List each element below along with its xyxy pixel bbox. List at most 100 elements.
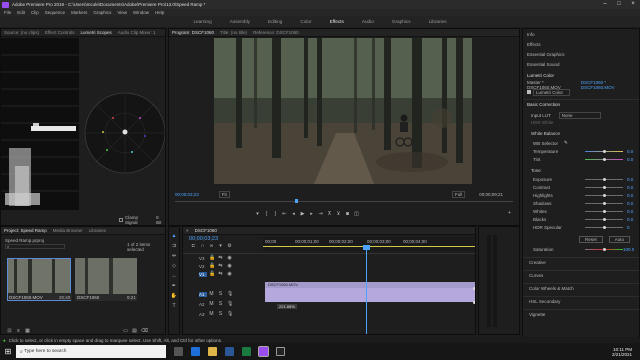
- tone-value[interactable]: 0.0: [627, 184, 633, 190]
- solo-icon[interactable]: S: [218, 291, 223, 297]
- menu-file[interactable]: File: [4, 10, 11, 15]
- effect-select[interactable]: Lumetri Color: [533, 88, 571, 96]
- export-frame-icon[interactable]: ◙: [345, 211, 350, 217]
- basic-correction-header[interactable]: Basic Correction: [527, 101, 560, 107]
- section-hsl-secondary[interactable]: HSL Secondary: [523, 296, 639, 306]
- track-select-tool-icon[interactable]: ⇉: [172, 241, 176, 251]
- program-playhead[interactable]: [295, 199, 298, 203]
- extract-icon[interactable]: ⊻: [336, 211, 341, 217]
- lock-track-icon[interactable]: 🔓: [209, 255, 215, 261]
- new-bin-icon[interactable]: ▭: [123, 328, 128, 334]
- tone-slider-handle[interactable]: [603, 202, 606, 205]
- keyframe-marker[interactable]: [473, 301, 475, 304]
- mute-icon[interactable]: M: [209, 291, 214, 297]
- tab-info[interactable]: Info: [527, 31, 535, 37]
- bit-depth-select[interactable]: 8 Bit: [156, 215, 165, 225]
- tint-value[interactable]: 0.0: [627, 156, 633, 162]
- tab-project[interactable]: Project: Speed Ramp: [1, 228, 50, 233]
- windows-start-icon[interactable]: ⊞: [0, 347, 16, 356]
- tab-lumetri-scopes[interactable]: Lumetri Scopes: [77, 30, 114, 35]
- taskbar-search-input[interactable]: ⌕ Type here to search: [16, 345, 166, 358]
- tint-handle[interactable]: [603, 158, 606, 161]
- solo-icon[interactable]: S: [218, 301, 223, 307]
- workspace-assembly[interactable]: Assembly: [230, 19, 250, 24]
- mark-out-icon[interactable]: }: [273, 211, 278, 217]
- pen-tool-icon[interactable]: ✒: [172, 281, 176, 291]
- ripple-edit-tool-icon[interactable]: ⇹: [172, 251, 176, 261]
- input-lut-select[interactable]: None: [558, 111, 601, 119]
- premiere-taskbar-icon[interactable]: [258, 346, 269, 357]
- workspace-graphics[interactable]: Graphics: [392, 19, 411, 24]
- tone-slider-handle[interactable]: [603, 178, 606, 181]
- razor-tool-icon[interactable]: ◇: [172, 261, 176, 271]
- tone-value[interactable]: 0.0: [627, 200, 633, 206]
- tone-value[interactable]: 0.0: [627, 192, 633, 198]
- step-back-icon[interactable]: ◂: [291, 211, 296, 217]
- workspace-effects[interactable]: Effects: [330, 19, 344, 24]
- reset-button[interactable]: Reset: [579, 235, 603, 243]
- add-marker-timeline-icon[interactable]: ▾: [218, 243, 223, 249]
- mic-icon[interactable]: 🎙: [227, 311, 233, 317]
- tone-value[interactable]: 0.0: [627, 208, 633, 214]
- temperature-handle[interactable]: [603, 150, 606, 153]
- saturation-value[interactable]: 100.0: [623, 246, 634, 252]
- tab-source[interactable]: Source: (no clips): [1, 30, 42, 35]
- track-label-a2[interactable]: A2: [199, 302, 207, 307]
- lock-track-icon[interactable]: 🔓: [209, 271, 215, 277]
- menu-help[interactable]: Help: [155, 10, 164, 15]
- sync-lock-icon[interactable]: ⇆: [218, 263, 223, 269]
- tab-essential-sound[interactable]: Essential Sound: [527, 61, 560, 67]
- type-tool-icon[interactable]: T: [172, 301, 175, 311]
- section-vignette[interactable]: Vignette: [523, 309, 639, 319]
- track-label-v3[interactable]: V3: [199, 256, 207, 261]
- maximize-icon[interactable]: □: [612, 0, 626, 9]
- workspace-libraries[interactable]: Libraries: [429, 19, 447, 24]
- audio-clip[interactable]: [265, 288, 475, 302]
- add-marker-icon[interactable]: ▾: [255, 211, 260, 217]
- tone-value[interactable]: 0: [627, 224, 630, 230]
- section-curves[interactable]: Curves: [523, 270, 639, 280]
- workspace-audio[interactable]: Audio: [362, 19, 374, 24]
- track-label-a1[interactable]: A1: [199, 291, 207, 297]
- tone-slider-handle[interactable]: [603, 194, 606, 197]
- menu-edit[interactable]: Edit: [17, 10, 25, 15]
- list-view-icon[interactable]: ≡: [16, 328, 21, 334]
- mute-icon[interactable]: M: [209, 301, 214, 307]
- sync-lock-icon[interactable]: ⇆: [218, 255, 223, 261]
- tone-value[interactable]: 0.0: [627, 216, 633, 222]
- linked-selection-icon[interactable]: ∞: [209, 243, 214, 249]
- edge-icon[interactable]: [191, 347, 200, 356]
- minimize-icon[interactable]: –: [598, 0, 612, 9]
- clock-date[interactable]: 2/21/2021: [612, 352, 632, 357]
- tone-slider-handle[interactable]: [603, 210, 606, 213]
- selection-tool-icon[interactable]: ▲: [172, 231, 177, 241]
- word-icon[interactable]: [225, 347, 234, 356]
- timeline-playhead[interactable]: [366, 245, 367, 334]
- step-forward-icon[interactable]: ▸: [309, 211, 314, 217]
- go-to-in-icon[interactable]: ⇤: [282, 211, 287, 217]
- quality-select[interactable]: Full: [452, 190, 466, 198]
- slip-tool-icon[interactable]: ↔: [172, 271, 177, 281]
- timeline-settings-icon[interactable]: ⚙: [227, 243, 232, 249]
- tab-effect-controls[interactable]: Effect Controls: [42, 30, 77, 35]
- hand-tool-icon[interactable]: ✋: [171, 291, 177, 301]
- tab-sequence[interactable]: DSCF1060: [192, 228, 220, 233]
- excel-icon[interactable]: [242, 347, 251, 356]
- tab-title[interactable]: Title: (no title): [217, 30, 250, 35]
- lock-icon[interactable]: ⊡: [7, 328, 12, 334]
- mic-icon[interactable]: 🎙: [227, 291, 233, 297]
- new-item-icon[interactable]: ▤: [132, 328, 137, 334]
- fx-toggle-icon[interactable]: [527, 90, 531, 94]
- tone-slider-handle[interactable]: [603, 186, 606, 189]
- solo-icon[interactable]: S: [218, 311, 223, 317]
- track-label-v2[interactable]: V2: [199, 264, 207, 269]
- timeline-timecode[interactable]: 00;00;03;23: [189, 236, 218, 242]
- tab-audio-clip-mixer[interactable]: Audio Clip Mixer: 1: [115, 30, 159, 35]
- eyedropper-icon[interactable]: ✎: [564, 140, 568, 146]
- playhead-handle[interactable]: [363, 245, 370, 250]
- tone-slider-handle[interactable]: [603, 226, 606, 229]
- mute-icon[interactable]: M: [209, 311, 214, 317]
- eye-icon[interactable]: ◉: [227, 271, 232, 277]
- sequence-clip-label[interactable]: DSCF1060 * DSCF1060.MOV: [581, 80, 639, 90]
- mark-in-icon[interactable]: {: [264, 211, 269, 217]
